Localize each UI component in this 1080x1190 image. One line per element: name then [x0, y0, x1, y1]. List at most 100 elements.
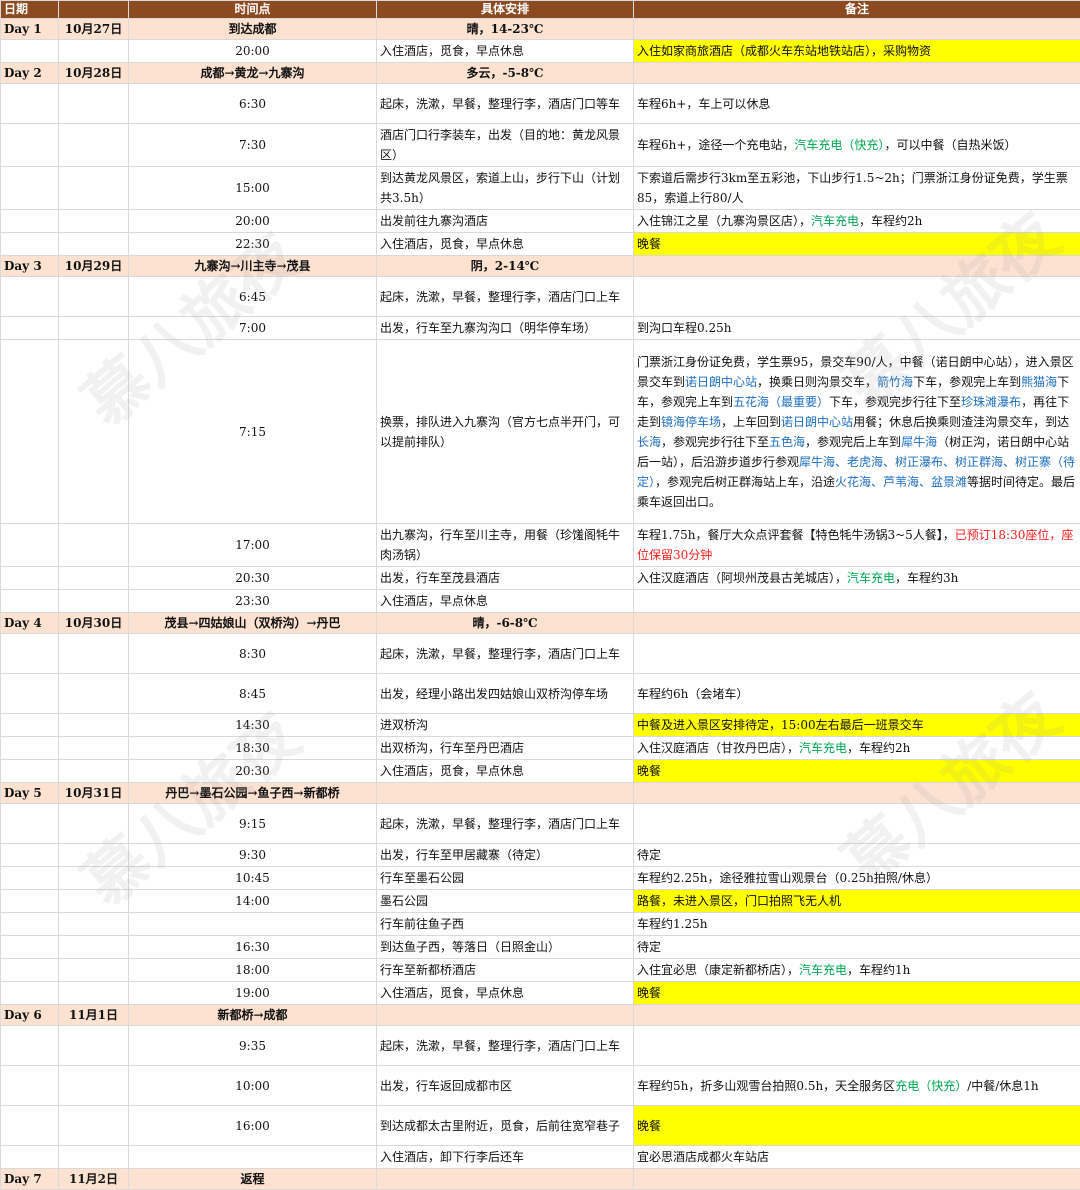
- activity-cell: 入住酒店，觅食，早点休息: [377, 760, 634, 783]
- note-segment: ，参观完后上车到: [805, 435, 901, 449]
- note-segment: 汽车充电: [847, 571, 895, 585]
- note-segment: 车程6h+，途径一个充电站，: [637, 138, 794, 152]
- activity-cell: 出发，行车至甲居藏寨（待定）: [377, 844, 634, 867]
- note-cell: 车程约2.25h，途径雅拉雪山观景台（0.25h拍照/休息）: [634, 867, 1080, 890]
- day-cell-empty: [1, 982, 59, 1005]
- activity-cell: 进双桥沟: [377, 714, 634, 737]
- note-segment: 充电（快充）: [895, 1079, 967, 1093]
- note-cell: 下索道后需步行3km至五彩池，下山步行1.5~2h；门票浙江身份证免费，学生票8…: [634, 167, 1080, 210]
- note-cell: 车程6h+，途径一个充电站，汽车充电（快充），可以中餐（自热米饭）: [634, 124, 1080, 167]
- note-segment: 汽车充电（快充）: [794, 138, 884, 152]
- time-cell: 18:30: [129, 737, 377, 760]
- date-cell-empty: [59, 84, 129, 124]
- time-cell: 7:15: [129, 340, 377, 524]
- schedule-row: 6:30起床，洗漱，早餐，整理行李，酒店门口等车车程6h+，车上可以休息: [1, 84, 1080, 124]
- note-cell: 车程约6h（会堵车）: [634, 674, 1080, 714]
- note-segment: 犀牛海: [901, 435, 937, 449]
- schedule-row: 20:00出发前往九寨沟酒店入住锦江之星（九寨沟景区店），汽车充电，车程约2h: [1, 210, 1080, 233]
- day-label: Day 4: [1, 613, 59, 634]
- activity-cell: 起床，洗漱，早餐，整理行李，酒店门口上车: [377, 634, 634, 674]
- note-segment: 下车，参观完上车到: [913, 375, 1021, 389]
- day-route: 返程: [129, 1169, 377, 1190]
- note-cell: [634, 1026, 1080, 1066]
- day-route: 到达成都: [129, 19, 377, 40]
- date-cell-empty: [59, 590, 129, 613]
- day-note-empty: [634, 783, 1080, 804]
- day-weather: 晴，-6-8℃: [377, 613, 634, 634]
- time-cell: 9:35: [129, 1026, 377, 1066]
- activity-cell: 起床，洗漱，早餐，整理行李，酒店门口上车: [377, 1026, 634, 1066]
- schedule-row: 8:30起床，洗漱，早餐，整理行李，酒店门口上车: [1, 634, 1080, 674]
- note-cell: 到沟口车程0.25h: [634, 317, 1080, 340]
- time-cell: 10:45: [129, 867, 377, 890]
- note-segment: /中餐/休息1h: [967, 1079, 1038, 1093]
- note-segment: 诺日朗中心站: [685, 375, 757, 389]
- schedule-row: 入住酒店，卸下行李后还车宜必思酒店成都火车站店: [1, 1146, 1080, 1169]
- time-cell: [129, 1146, 377, 1169]
- time-cell: [129, 913, 377, 936]
- date-cell-empty: [59, 959, 129, 982]
- date-cell-empty: [59, 317, 129, 340]
- date-cell-empty: [59, 1146, 129, 1169]
- schedule-row: 23:30入住酒店，早点休息: [1, 590, 1080, 613]
- activity-cell: 入住酒店，觅食，早点休息: [377, 982, 634, 1005]
- note-cell: 晚餐: [634, 982, 1080, 1005]
- activity-cell: 入住酒店，卸下行李后还车: [377, 1146, 634, 1169]
- header-activity: 具体安排: [377, 1, 634, 19]
- itinerary-table: 日期 时间点 具体安排 备注 Day 110月27日到达成都晴，14-23℃20…: [0, 0, 1080, 1190]
- activity-cell: 入住酒店，觅食，早点休息: [377, 233, 634, 256]
- date-cell-empty: [59, 210, 129, 233]
- note-segment: 长海: [637, 435, 661, 449]
- date-cell-empty: [59, 233, 129, 256]
- activity-cell: 起床，洗漱，早餐，整理行李，酒店门口上车: [377, 804, 634, 844]
- day-cell-empty: [1, 590, 59, 613]
- date-cell-empty: [59, 674, 129, 714]
- day-cell-empty: [1, 1066, 59, 1106]
- day-label: Day 2: [1, 63, 59, 84]
- day-cell-empty: [1, 890, 59, 913]
- header-note: 备注: [634, 1, 1080, 19]
- note-segment: ，车程约2h: [859, 214, 922, 228]
- activity-cell: 入住酒店，早点休息: [377, 590, 634, 613]
- day-cell-empty: [1, 167, 59, 210]
- note-cell: 晚餐: [634, 1106, 1080, 1146]
- date-cell-empty: [59, 634, 129, 674]
- note-segment: ，车程约1h: [847, 963, 910, 977]
- note-cell: 车程约1.25h: [634, 913, 1080, 936]
- day-cell-empty: [1, 40, 59, 63]
- day-cell-empty: [1, 737, 59, 760]
- day-cell-empty: [1, 84, 59, 124]
- day-cell-empty: [1, 1146, 59, 1169]
- day-weather: [377, 1169, 634, 1190]
- schedule-row: 8:45出发，经理小路出发四姑娘山双桥沟停车场车程约6h（会堵车）: [1, 674, 1080, 714]
- note-cell: 车程约5h，折多山观雪台拍照0.5h，天全服务区充电（快充）/中餐/休息1h: [634, 1066, 1080, 1106]
- time-cell: 23:30: [129, 590, 377, 613]
- note-cell: 晚餐: [634, 760, 1080, 783]
- day-date: 10月31日: [59, 783, 129, 804]
- date-cell-empty: [59, 124, 129, 167]
- day-cell-empty: [1, 844, 59, 867]
- note-segment: 车程约5h，折多山观雪台拍照0.5h，天全服务区: [637, 1079, 895, 1093]
- note-cell: 晚餐: [634, 233, 1080, 256]
- day-row: Day 711月2日返程: [1, 1169, 1080, 1190]
- time-cell: 20:30: [129, 567, 377, 590]
- date-cell-empty: [59, 867, 129, 890]
- time-cell: 7:00: [129, 317, 377, 340]
- note-segment: 下车，参观完步行往下至: [829, 395, 961, 409]
- day-route: 丹巴→墨石公园→鱼子西→新都桥: [129, 783, 377, 804]
- schedule-row: 9:30出发，行车至甲居藏寨（待定）待定: [1, 844, 1080, 867]
- day-row: Day 310月29日九寨沟→川主寺→茂县阴，2-14℃: [1, 256, 1080, 277]
- activity-cell: 起床，洗漱，早餐，整理行李，酒店门口等车: [377, 84, 634, 124]
- date-cell-empty: [59, 524, 129, 567]
- day-cell-empty: [1, 1106, 59, 1146]
- activity-cell: 酒店门口行李装车，出发（目的地：黄龙风景区）: [377, 124, 634, 167]
- note-segment: 熊猫海: [1021, 375, 1057, 389]
- day-cell-empty: [1, 959, 59, 982]
- time-cell: 9:30: [129, 844, 377, 867]
- note-segment: ，参观完步行往下至: [661, 435, 769, 449]
- activity-cell: 出发，行车返回成都市区: [377, 1066, 634, 1106]
- time-cell: 22:30: [129, 233, 377, 256]
- date-cell-empty: [59, 1066, 129, 1106]
- day-date: 10月28日: [59, 63, 129, 84]
- date-cell-empty: [59, 277, 129, 317]
